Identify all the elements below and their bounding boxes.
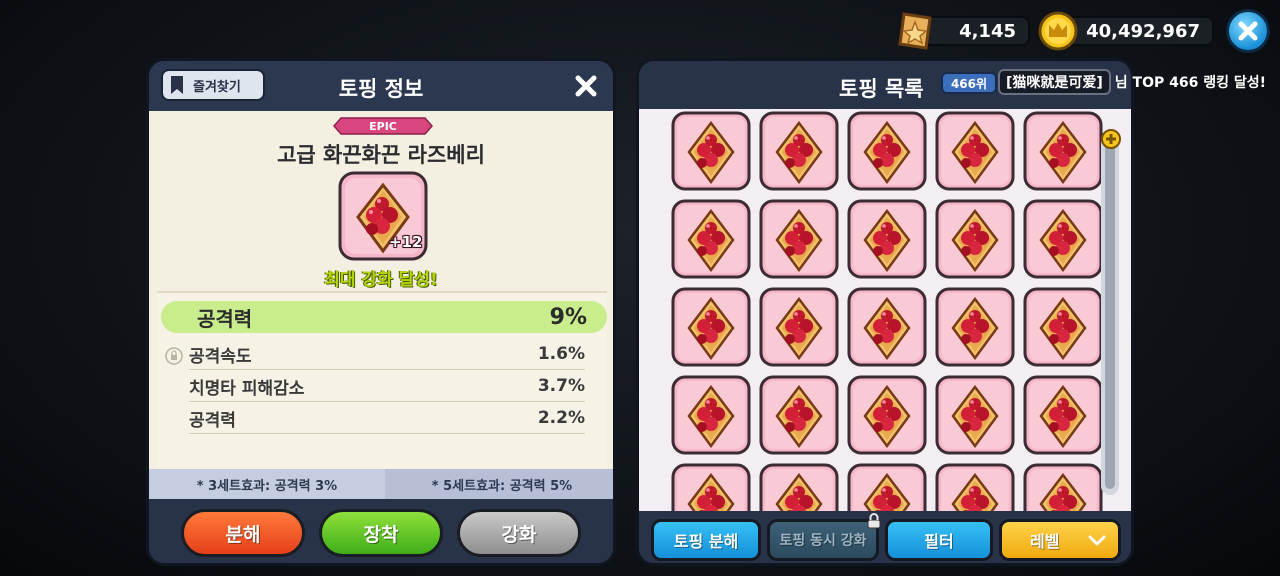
topping-slot[interactable] xyxy=(1023,111,1103,191)
stats-box: 공격력 9% 공격속도 1.6% 치명타 피해감소 3.7% 공격력 2.2% xyxy=(157,291,607,471)
coin-counter: 40,492,967 xyxy=(1060,16,1214,46)
topping-slot[interactable] xyxy=(759,375,839,455)
info-title: 토핑 정보 xyxy=(338,77,424,101)
topping-slot[interactable] xyxy=(1023,287,1103,367)
crown-coin-icon xyxy=(1038,11,1078,51)
topping-slot[interactable] xyxy=(935,375,1015,455)
dismantle-button[interactable]: 분해 xyxy=(181,509,305,557)
equip-label: 장착 xyxy=(363,523,399,546)
set-effect-3: * 3세트효과: 공격력 3% xyxy=(149,469,385,499)
topping-list-panel: 토핑 목록 466위 토핑 분해 토핑 동시 강화 필터 레벨 xyxy=(636,58,1134,566)
main-stat-label: 공격력 xyxy=(197,306,253,331)
sub-stat-row: 공격력 2.2% xyxy=(189,403,585,434)
bulk-upgrade-button[interactable]: 토핑 동시 강화 xyxy=(767,519,879,561)
topping-slot[interactable] xyxy=(671,375,751,455)
topping-slot[interactable] xyxy=(1023,199,1103,279)
topping-slot[interactable] xyxy=(759,199,839,279)
sub-stat-value: 3.7% xyxy=(537,376,585,396)
bulk-upgrade-label: 토핑 동시 강화 xyxy=(779,533,867,549)
filter-label: 필터 xyxy=(924,532,954,551)
scroll-thumb[interactable] xyxy=(1105,139,1115,489)
sort-label: 레벨 xyxy=(1030,532,1060,551)
filter-button[interactable]: 필터 xyxy=(885,519,993,561)
list-title: 토핑 목록 xyxy=(839,77,924,101)
item-level: +12 xyxy=(389,233,423,251)
rarity-label: EPIC xyxy=(369,119,397,133)
info-footer: 분해 장착 강화 xyxy=(149,499,613,563)
topping-slot[interactable] xyxy=(847,375,927,455)
topping-slot[interactable] xyxy=(935,199,1015,279)
info-header: 즐겨찾기 토핑 정보 xyxy=(149,61,613,111)
topping-slot[interactable] xyxy=(847,199,927,279)
coin-count: 40,492,967 xyxy=(1086,20,1200,42)
rarity-badge: EPIC xyxy=(333,117,433,135)
sub-stat-label: 공격속도 xyxy=(189,346,252,367)
upgrade-button[interactable]: 강화 xyxy=(457,509,581,557)
sub-stat-label: 치명타 피해감소 xyxy=(189,378,305,399)
ticker-player-name: [猫咪就是可爱] xyxy=(998,69,1111,95)
dismantle-label: 분해 xyxy=(225,523,261,546)
shard-icon xyxy=(898,12,932,50)
item-name: 고급 화끈화끈 라즈베리 xyxy=(277,143,485,167)
topping-slot[interactable] xyxy=(671,111,751,191)
sub-stat-row: 공격속도 1.6% xyxy=(189,339,585,370)
main-stat-row: 공격력 9% xyxy=(161,301,607,333)
equip-button[interactable]: 장착 xyxy=(319,509,443,557)
topping-slot[interactable] xyxy=(759,111,839,191)
max-upgrade-text: 최대 강화 달성! xyxy=(324,270,438,290)
topping-info-panel: 즐겨찾기 토핑 정보 EPIC 고급 화끈화끈 라즈베리 +12 최대 강화 달… xyxy=(146,58,616,566)
topping-slot[interactable] xyxy=(671,287,751,367)
ranking-ticker: [猫咪就是可爱] 님 TOP 466 랭킹 달성! xyxy=(998,68,1266,96)
topping-slot[interactable] xyxy=(671,199,751,279)
main-stat-value: 9% xyxy=(549,304,587,330)
ticker-text: 님 TOP 466 랭킹 달성! xyxy=(1114,75,1267,91)
scroll-handle-icon[interactable] xyxy=(1101,129,1121,149)
topping-slot[interactable] xyxy=(935,111,1015,191)
close-button[interactable] xyxy=(1226,9,1270,53)
topping-slot[interactable] xyxy=(1023,375,1103,455)
topping-slot[interactable] xyxy=(759,287,839,367)
topping-dismantle-label: 토핑 분해 xyxy=(673,532,739,551)
topping-dismantle-button[interactable]: 토핑 분해 xyxy=(651,519,761,561)
chevron-down-icon xyxy=(1088,535,1106,546)
upgrade-label: 강화 xyxy=(501,523,537,546)
close-icon xyxy=(1238,21,1258,41)
topping-slot[interactable] xyxy=(847,111,927,191)
lock-icon xyxy=(867,513,881,529)
topping-slot[interactable] xyxy=(847,287,927,367)
sub-stat-value: 2.2% xyxy=(537,408,585,428)
set-effect-5: * 5세트효과: 공격력 5% xyxy=(385,469,613,499)
sort-dropdown[interactable]: 레벨 xyxy=(999,519,1121,561)
topping-slot[interactable] xyxy=(935,287,1015,367)
info-body: EPIC 고급 화끈화끈 라즈베리 +12 최대 강화 달성! 공격력 9% 공… xyxy=(149,111,613,471)
shard-count: 4,145 xyxy=(959,20,1016,42)
info-close-icon[interactable] xyxy=(573,73,599,99)
list-footer: 토핑 분해 토핑 동시 강화 필터 레벨 xyxy=(639,511,1131,563)
sub-stat-value: 1.6% xyxy=(537,344,585,364)
sub-stat-row: 치명타 피해감소 3.7% xyxy=(189,371,585,402)
topping-grid xyxy=(639,109,1131,543)
shard-counter: 4,145 xyxy=(918,16,1030,46)
substat-lock-icon[interactable] xyxy=(165,347,183,365)
rank-badge: 466위 xyxy=(941,72,997,94)
sub-stat-label: 공격력 xyxy=(189,410,236,431)
